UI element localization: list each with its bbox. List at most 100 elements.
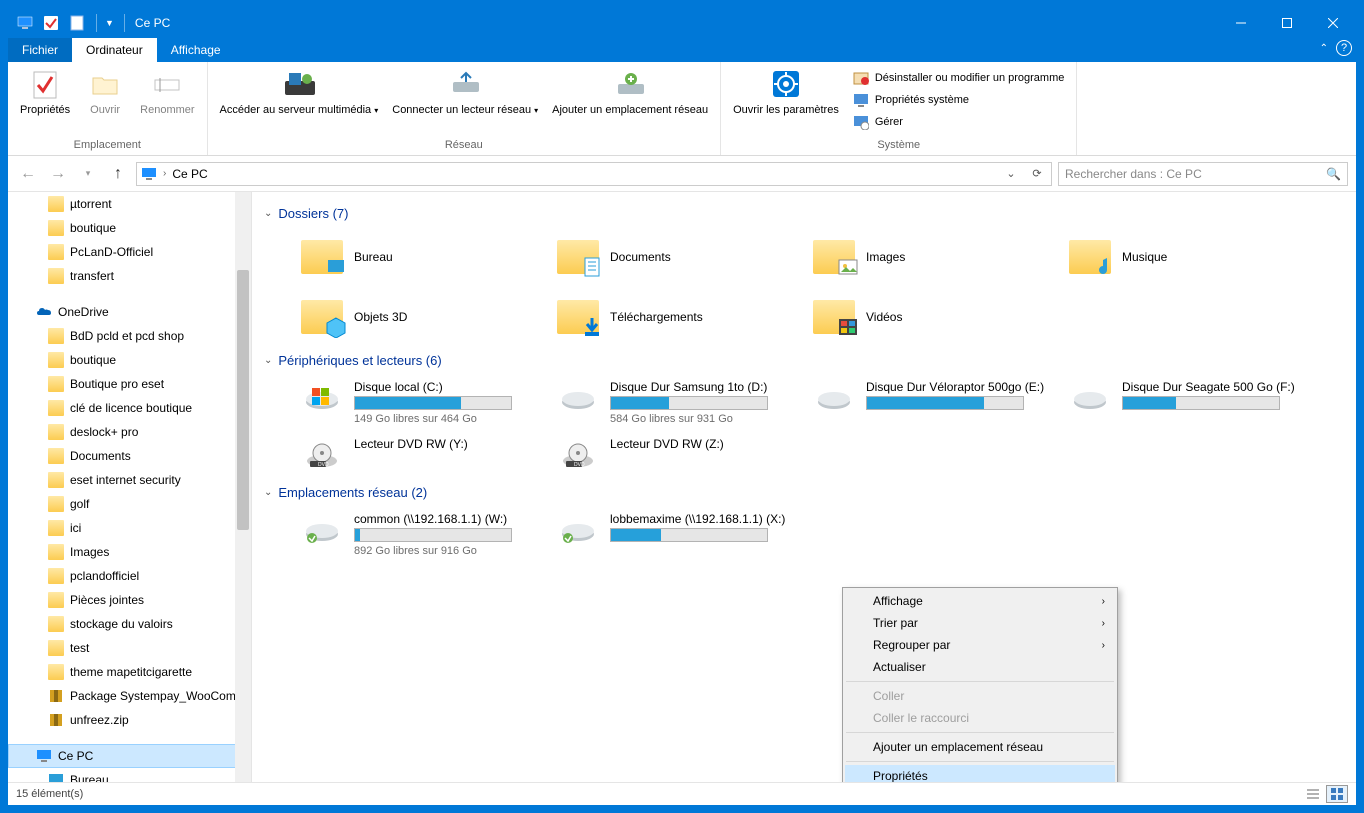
tab-view[interactable]: Affichage: [157, 38, 235, 62]
ribbon-sysprops-button[interactable]: Propriétés système: [847, 90, 1071, 110]
ribbon-settings-button[interactable]: Ouvrir les paramètres: [727, 64, 845, 121]
drive-item[interactable]: DVDLecteur DVD RW (Y:): [300, 431, 556, 479]
cm-add-network-location[interactable]: Ajouter un emplacement réseau: [845, 736, 1115, 758]
ribbon-properties-button[interactable]: Propriétés: [14, 64, 76, 121]
nav-forward-button[interactable]: →: [46, 162, 70, 186]
tree-item[interactable]: stockage du valoirs: [8, 612, 251, 636]
drive-label: Disque Dur Véloraptor 500go (E:): [866, 380, 1052, 396]
tab-file[interactable]: Fichier: [8, 38, 72, 62]
network-drive-item[interactable]: lobbemaxime (\\192.168.1.1) (X:): [556, 506, 812, 563]
tree-item[interactable]: BdD pcld et pcd shop: [8, 324, 251, 348]
content-pane[interactable]: ⌄Dossiers (7) Bureau DocumentsImages Musiq…: [252, 192, 1356, 782]
navigation-tree[interactable]: µtorrent boutique PcLanD-Officiel transfert…: [8, 192, 252, 782]
group-header-folders[interactable]: ⌄Dossiers (7): [260, 200, 1356, 227]
tree-item[interactable]: Images: [8, 540, 251, 564]
drive-item[interactable]: DVDLecteur DVD RW (Z:): [556, 431, 812, 479]
cm-properties[interactable]: Propriétés: [845, 765, 1115, 782]
tree-item[interactable]: Documents: [8, 444, 251, 468]
tree-item[interactable]: theme mapetitcigarette: [8, 660, 251, 684]
tree-item[interactable]: Ce PC: [8, 744, 251, 768]
ribbon-collapse-icon[interactable]: ⌃: [1320, 43, 1328, 54]
ribbon-addlocation-button[interactable]: Ajouter un emplacement réseau: [546, 64, 714, 121]
group-header-network[interactable]: ⌄Emplacements réseau (2): [260, 479, 1356, 506]
folder-label: Vidéos: [866, 310, 902, 324]
tree-item[interactable]: PcLanD-Officiel: [8, 240, 251, 264]
nav-up-button[interactable]: ↑: [106, 162, 130, 186]
folder-label: Bureau: [354, 250, 393, 264]
tree-item[interactable]: unfreez.zip: [8, 708, 251, 732]
tree-item-label: PcLanD-Officiel: [70, 245, 153, 259]
close-button[interactable]: [1310, 8, 1356, 38]
tree-item[interactable]: boutique: [8, 216, 251, 240]
chevron-right-icon[interactable]: ›: [163, 168, 166, 179]
breadcrumb-item[interactable]: Ce PC: [172, 167, 207, 181]
tree-item-label: OneDrive: [58, 305, 109, 319]
folder-item[interactable]: Documents: [556, 227, 812, 287]
drive-item[interactable]: Disque local (C:)149 Go libres sur 464 G…: [300, 374, 556, 431]
network-drive-item[interactable]: common (\\192.168.1.1) (W:)892 Go libres…: [300, 506, 556, 563]
tree-item[interactable]: Package Systempay_WooCommer: [8, 684, 251, 708]
tree-item[interactable]: pclandofficiel: [8, 564, 251, 588]
maximize-button[interactable]: [1264, 8, 1310, 38]
drive-label: Lecteur DVD RW (Z:): [610, 437, 796, 453]
tree-item-label: Ce PC: [58, 749, 93, 763]
tree-item[interactable]: transfert: [8, 264, 251, 288]
drive-item[interactable]: Disque Dur Samsung 1to (D:)584 Go libres…: [556, 374, 812, 431]
minimize-button[interactable]: [1218, 8, 1264, 38]
qat-dropdown-icon[interactable]: ▼: [105, 18, 114, 28]
svg-text:DVD: DVD: [318, 462, 329, 468]
nav-back-button[interactable]: ←: [16, 162, 40, 186]
address-dropdown-icon[interactable]: ⌄: [1001, 167, 1021, 180]
folder-item[interactable]: Images: [812, 227, 1068, 287]
ribbon: Propriétés Ouvrir Renommer Emplacement A…: [8, 62, 1356, 156]
ribbon-media-button[interactable]: Accéder au serveur multimédia ▾: [214, 64, 385, 121]
tree-item[interactable]: golf: [8, 492, 251, 516]
drive-item[interactable]: Disque Dur Véloraptor 500go (E:): [812, 374, 1068, 431]
tree-item[interactable]: ici: [8, 516, 251, 540]
tree-item[interactable]: clé de licence boutique: [8, 396, 251, 420]
tree-item[interactable]: Pièces jointes: [8, 588, 251, 612]
folder-item[interactable]: Téléchargements: [556, 287, 812, 347]
folder-item[interactable]: Musique: [1068, 227, 1324, 287]
search-input[interactable]: Rechercher dans : Ce PC 🔍: [1058, 162, 1348, 186]
tab-computer[interactable]: Ordinateur: [72, 38, 157, 62]
drive-item[interactable]: Disque Dur Seagate 500 Go (F:): [1068, 374, 1324, 431]
nav-recent-button[interactable]: ▾: [76, 162, 100, 186]
folder-item[interactable]: Bureau: [300, 227, 556, 287]
view-icons-button[interactable]: [1326, 785, 1348, 803]
folder-label: Musique: [1122, 250, 1167, 264]
ribbon-manage-button[interactable]: Gérer: [847, 112, 1071, 132]
tree-item[interactable]: Bureau: [8, 768, 251, 782]
cm-sort[interactable]: Trier par›: [845, 612, 1115, 634]
qat-properties-icon[interactable]: [40, 12, 62, 34]
tree-item[interactable]: test: [8, 636, 251, 660]
refresh-icon[interactable]: ⟳: [1027, 167, 1047, 180]
tree-item[interactable]: Boutique pro eset: [8, 372, 251, 396]
drive-icon: [556, 380, 600, 416]
cm-refresh[interactable]: Actualiser: [845, 656, 1115, 678]
tree-scrollbar[interactable]: [235, 192, 251, 782]
cm-group[interactable]: Regrouper par›: [845, 634, 1115, 656]
tree-item[interactable]: deslock+ pro: [8, 420, 251, 444]
tree-item[interactable]: OneDrive: [8, 300, 251, 324]
tree-item-label: Pièces jointes: [70, 593, 144, 607]
ribbon-group-network: Réseau: [214, 137, 715, 153]
view-details-button[interactable]: [1302, 785, 1324, 803]
address-bar[interactable]: › Ce PC ⌄ ⟳: [136, 162, 1052, 186]
group-header-drives[interactable]: ⌄Périphériques et lecteurs (6): [260, 347, 1356, 374]
tree-item-label: deslock+ pro: [70, 425, 138, 439]
folder-item[interactable]: Vidéos: [812, 287, 1068, 347]
cm-paste-shortcut: Coller le raccourci: [845, 707, 1115, 729]
ribbon-uninstall-button[interactable]: Désinstaller ou modifier un programme: [847, 68, 1071, 88]
cm-view[interactable]: Affichage›: [845, 590, 1115, 612]
ribbon-mapdrive-button[interactable]: Connecter un lecteur réseau ▾: [386, 64, 544, 121]
tree-item[interactable]: µtorrent: [8, 192, 251, 216]
folder-icon: [300, 235, 344, 279]
folder-item[interactable]: Objets 3D: [300, 287, 556, 347]
tree-item[interactable]: boutique: [8, 348, 251, 372]
help-icon[interactable]: ?: [1336, 40, 1352, 56]
qat-doc-icon[interactable]: [66, 12, 88, 34]
tree-item-label: boutique: [70, 221, 116, 235]
tree-item[interactable]: eset internet security: [8, 468, 251, 492]
tree-item-label: transfert: [70, 269, 114, 283]
